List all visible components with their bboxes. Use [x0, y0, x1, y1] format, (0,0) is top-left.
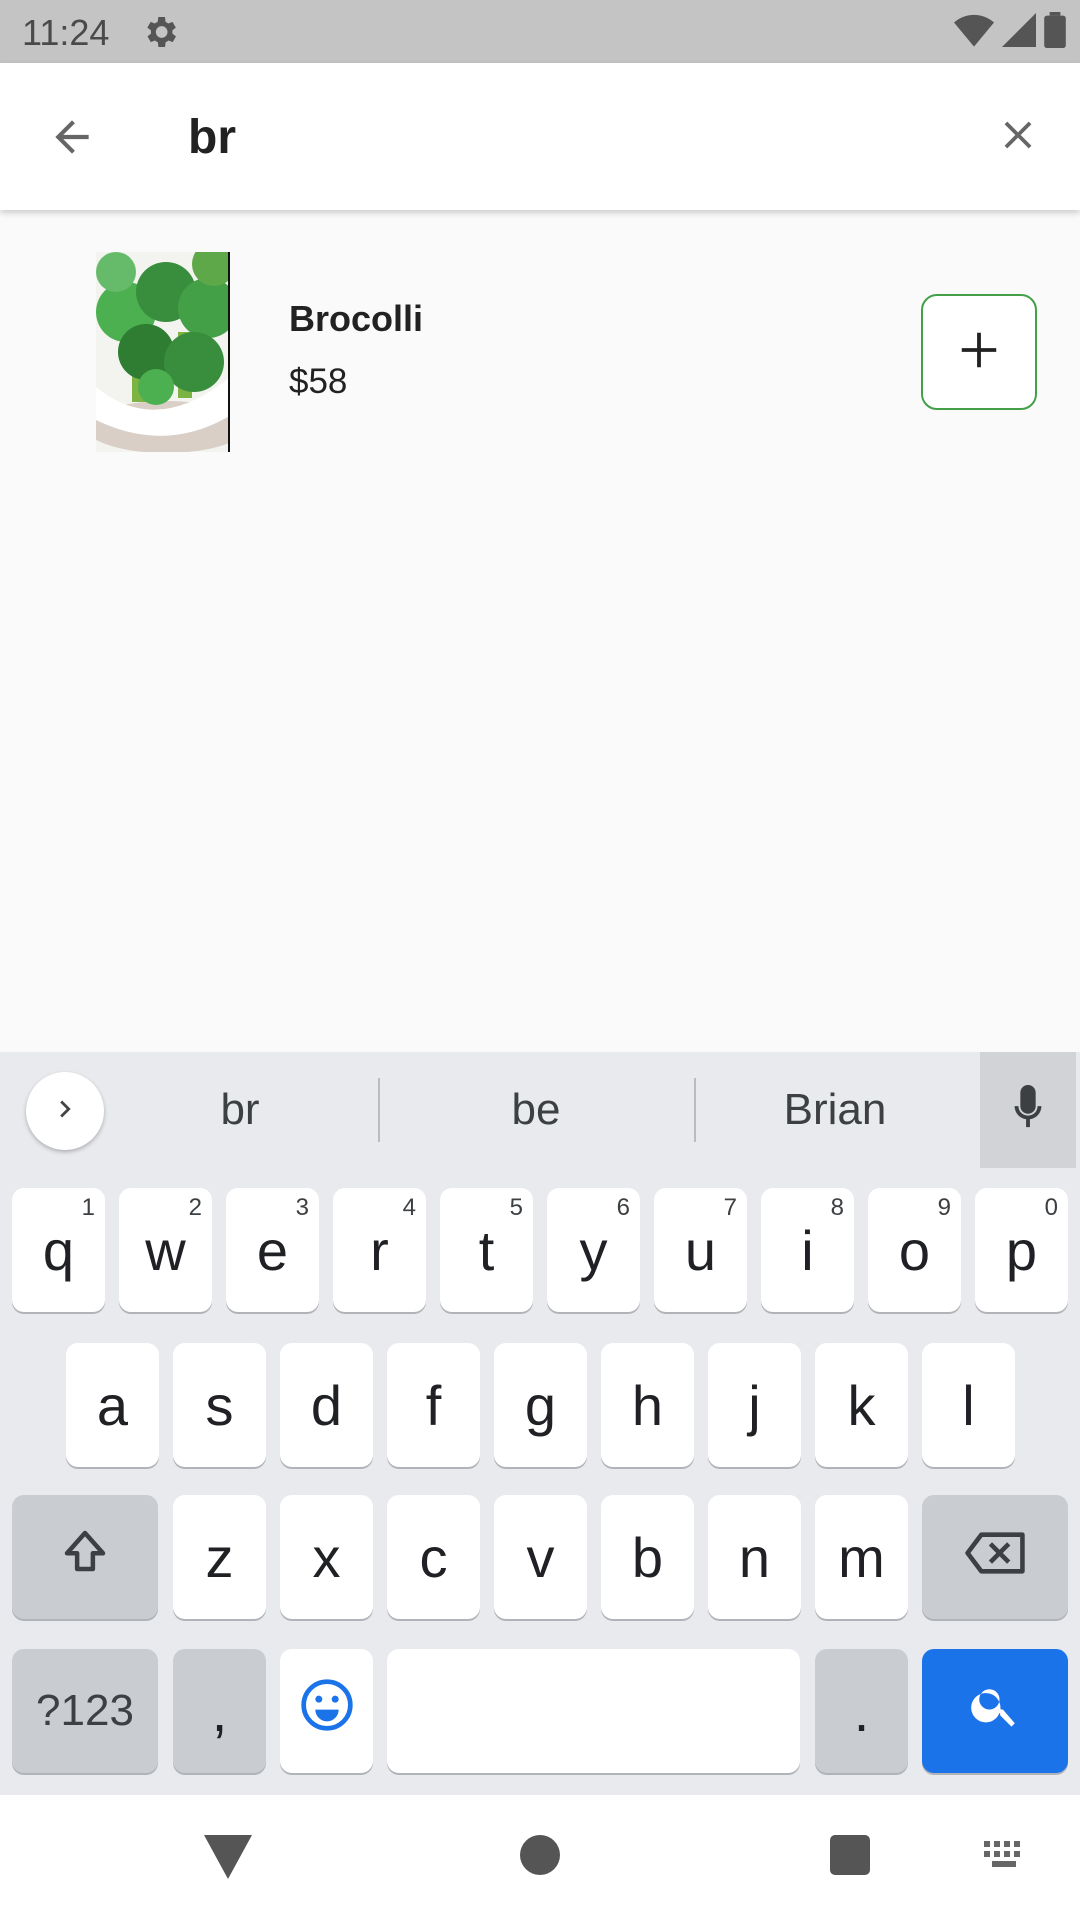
key-label: e [256, 1218, 289, 1282]
suggestion-divider [694, 1078, 696, 1142]
key-e[interactable]: e3 [226, 1188, 319, 1312]
key-n[interactable]: n [708, 1495, 801, 1619]
nav-recents-icon[interactable] [830, 1835, 870, 1875]
key-u[interactable]: u7 [654, 1188, 747, 1312]
product-name: Brocolli [289, 298, 424, 339]
key-g[interactable]: g [494, 1343, 587, 1467]
key-z[interactable]: z [173, 1495, 266, 1619]
key-label: w [145, 1218, 186, 1282]
settings-icon [140, 12, 180, 52]
key-label: r [370, 1218, 389, 1282]
product-list-item[interactable]: Brocolli $58 [0, 230, 1080, 470]
product-price: $58 [289, 362, 348, 401]
key-hint: 9 [937, 1194, 951, 1221]
suggestion-2[interactable]: be [396, 1052, 676, 1168]
key-v[interactable]: v [494, 1495, 587, 1619]
system-nav-bar [0, 1795, 1080, 1920]
key-q[interactable]: q1 [12, 1188, 105, 1312]
key-x[interactable]: x [280, 1495, 373, 1619]
key-label: u [684, 1218, 717, 1282]
keyboard-switch-icon[interactable] [984, 1841, 1028, 1871]
battery-icon [1044, 11, 1066, 53]
key-p[interactable]: p0 [975, 1188, 1068, 1312]
key-hint: 8 [830, 1194, 844, 1221]
key-hint: 7 [723, 1194, 737, 1221]
search-icon [968, 1678, 1022, 1745]
key-hint: 4 [402, 1194, 416, 1221]
comma-key[interactable]: , [173, 1649, 266, 1773]
key-h[interactable]: h [601, 1343, 694, 1467]
symbols-key[interactable]: ?123 [12, 1649, 158, 1773]
key-l[interactable]: l [922, 1343, 1015, 1467]
key-m[interactable]: m [815, 1495, 908, 1619]
space-key[interactable] [387, 1649, 800, 1773]
key-b[interactable]: b [601, 1495, 694, 1619]
nav-back-icon[interactable] [204, 1835, 252, 1879]
soft-keyboard: br be Brian q1 w2 e3 r4 t5 y6 u7 i8 o9 p… [0, 1052, 1080, 1795]
status-time: 11:24 [22, 12, 110, 53]
chevron-right-icon [48, 1092, 82, 1131]
key-w[interactable]: w2 [119, 1188, 212, 1312]
backspace-icon [963, 1525, 1027, 1590]
key-a[interactable]: a [66, 1343, 159, 1467]
close-icon [995, 112, 1041, 163]
broccoli-image [96, 252, 230, 452]
key-hint: 0 [1044, 1194, 1058, 1221]
arrow-back-icon [47, 112, 97, 167]
emoji-key[interactable] [280, 1649, 373, 1773]
period-key[interactable]: . [815, 1649, 908, 1773]
key-f[interactable]: f [387, 1343, 480, 1467]
key-label: q [42, 1218, 75, 1282]
wifi-icon [954, 13, 994, 52]
suggestion-3[interactable]: Brian [710, 1052, 960, 1168]
key-y[interactable]: y6 [547, 1188, 640, 1312]
clear-search-button[interactable] [990, 109, 1046, 165]
key-label: i [801, 1218, 814, 1282]
key-c[interactable]: c [387, 1495, 480, 1619]
plus-icon [956, 327, 1002, 378]
back-button[interactable] [44, 111, 100, 167]
suggestion-1[interactable]: br [120, 1052, 360, 1168]
search-input[interactable] [188, 97, 948, 177]
key-i[interactable]: i8 [761, 1188, 854, 1312]
backspace-key[interactable] [922, 1495, 1068, 1619]
key-s[interactable]: s [173, 1343, 266, 1467]
microphone-icon [1005, 1082, 1051, 1139]
key-hint: 5 [509, 1194, 523, 1221]
key-d[interactable]: d [280, 1343, 373, 1467]
expand-suggestions-button[interactable] [26, 1072, 104, 1150]
suggestion-strip: br be Brian [0, 1052, 1080, 1168]
emoji-icon [299, 1677, 355, 1746]
suggestion-divider [378, 1078, 380, 1142]
key-o[interactable]: o9 [868, 1188, 961, 1312]
shift-icon [58, 1524, 112, 1591]
key-hint: 6 [616, 1194, 630, 1221]
voice-input-button[interactable] [980, 1052, 1076, 1168]
key-label: t [478, 1218, 495, 1282]
shift-key[interactable] [12, 1495, 158, 1619]
key-j[interactable]: j [708, 1343, 801, 1467]
key-hint: 3 [295, 1194, 309, 1221]
search-key[interactable] [922, 1649, 1068, 1773]
signal-icon [1002, 12, 1036, 52]
search-app-bar [0, 63, 1080, 210]
status-bar: 11:24 [0, 0, 1080, 63]
key-hint: 1 [81, 1194, 95, 1221]
add-to-cart-button[interactable] [921, 294, 1037, 410]
key-label: p [1005, 1218, 1038, 1282]
key-t[interactable]: t5 [440, 1188, 533, 1312]
key-k[interactable]: k [815, 1343, 908, 1467]
key-label: y [579, 1218, 608, 1282]
nav-home-icon[interactable] [520, 1835, 560, 1875]
key-hint: 2 [188, 1194, 202, 1221]
key-label: o [898, 1218, 931, 1282]
key-r[interactable]: r4 [333, 1188, 426, 1312]
